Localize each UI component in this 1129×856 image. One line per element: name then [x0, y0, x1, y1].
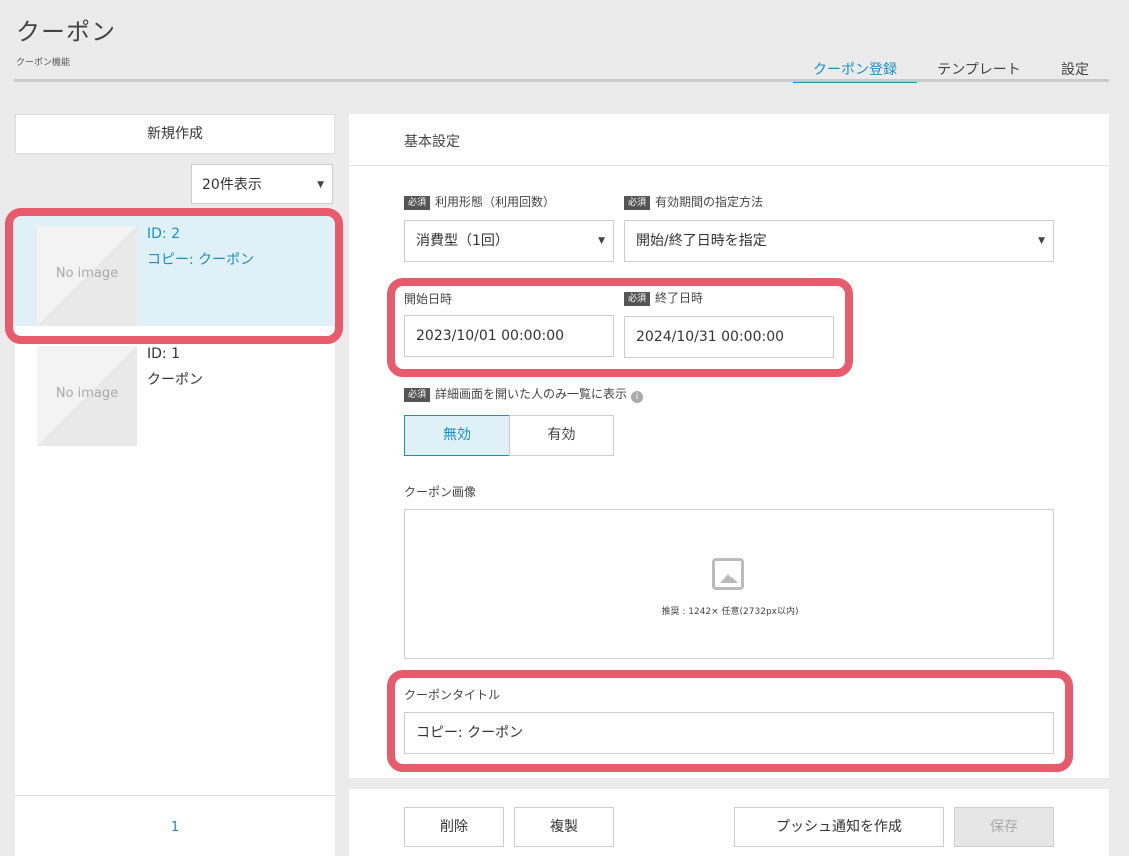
display-opened-label-text: 詳細画面を開いた人のみ一覧に表示	[435, 387, 628, 401]
required-badge: 必須	[404, 196, 431, 210]
chevron-down-icon: ▼	[1038, 236, 1045, 246]
thumbnail: No image	[37, 346, 137, 446]
toggle-disabled-option[interactable]: 無効	[404, 415, 510, 456]
period-method-value: 開始/終了日時を指定	[636, 233, 767, 249]
highlight-datetime	[387, 278, 853, 377]
usage-type-value: 消費型（1回）	[416, 233, 509, 249]
info-icon[interactable]: i	[631, 391, 644, 403]
section-title: 基本設定	[404, 134, 460, 150]
no-image-label: No image	[55, 266, 119, 281]
per-page-select[interactable]: 20件表示 ▼	[191, 164, 333, 204]
image-size-hint: 推奨 : 1242× 任意(2732px以内)	[661, 607, 799, 617]
coupon-id: ID: 1	[147, 346, 180, 362]
highlight-coupon-title	[387, 670, 1073, 772]
usage-type-label-text: 利用形態（利用回数）	[435, 195, 556, 209]
coupon-image-label: クーポン画像	[404, 485, 477, 499]
toggle-enabled-option[interactable]: 有効	[509, 415, 614, 456]
period-method-label: 必須 有効期間の指定方法	[624, 193, 763, 210]
usage-type-select[interactable]: 消費型（1回） ▼	[404, 220, 614, 262]
required-badge: 必須	[404, 388, 431, 402]
chevron-down-icon: ▼	[317, 180, 324, 190]
section-divider	[349, 165, 1109, 166]
period-method-select[interactable]: 開始/終了日時を指定 ▼	[624, 220, 1054, 262]
image-placeholder-icon	[712, 558, 744, 590]
no-image-label: No image	[55, 386, 119, 401]
coupon-name: クーポン	[147, 372, 203, 388]
new-coupon-button[interactable]: 新規作成	[15, 114, 335, 154]
page-title: クーポン	[16, 18, 116, 46]
create-push-notification-button[interactable]: プッシュ通知を作成	[734, 807, 944, 847]
pagination-divider	[15, 795, 335, 796]
page-subtitle: クーポン機能	[16, 58, 71, 68]
tab-settings[interactable]: 設定	[1047, 59, 1103, 80]
tab-template[interactable]: テンプレート	[925, 59, 1033, 80]
coupon-image-upload[interactable]: 推奨 : 1242× 任意(2732px以内)	[404, 509, 1054, 659]
duplicate-button[interactable]: 複製	[514, 807, 614, 847]
chevron-down-icon: ▼	[598, 236, 605, 246]
pagination-page-1[interactable]: 1	[15, 820, 335, 835]
required-badge: 必須	[624, 196, 651, 210]
per-page-value: 20件表示	[202, 177, 262, 193]
delete-button[interactable]: 削除	[404, 807, 504, 847]
display-opened-label: 必須 詳細画面を開いた人のみ一覧に表示 i	[404, 385, 644, 403]
period-method-label-text: 有効期間の指定方法	[655, 195, 764, 209]
coupon-list-item[interactable]: No image ID: 1 クーポン	[15, 336, 335, 446]
header-divider	[14, 79, 1109, 82]
usage-type-label: 必須 利用形態（利用回数）	[404, 193, 555, 210]
save-button[interactable]: 保存	[954, 807, 1054, 847]
